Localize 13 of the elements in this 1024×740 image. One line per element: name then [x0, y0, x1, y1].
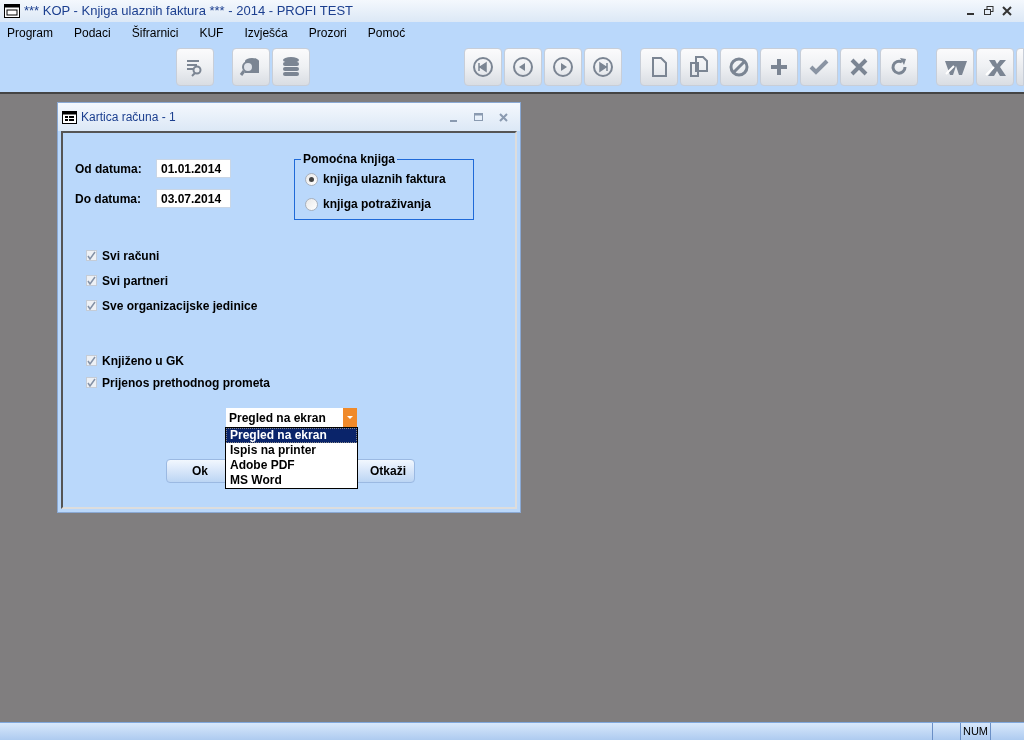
field-label: Od datuma: [75, 160, 143, 178]
radio-label: knjiga ulaznih faktura [323, 171, 446, 188]
checkbox-label: Sve organizacijske jedinice [102, 297, 258, 315]
checkbox-label: Svi računi [102, 247, 160, 265]
checkbox-label: Prijenos prethodnog prometa [102, 374, 270, 392]
window-title: *** KOP - Knjiga ulaznih faktura *** - 2014 - PROFI TEST [24, 2, 353, 21]
field-label: Do datuma: [75, 190, 142, 208]
dialog-title: Kartica računa - 1 [81, 109, 176, 126]
status-num: NUM [960, 723, 990, 740]
checkbox-label: Knjiženo u GK [102, 352, 184, 370]
radio-label: knjiga potraživanja [323, 196, 432, 213]
group-title: Pomoćna knjiga [301, 151, 398, 167]
checkbox-label: Svi partneri [102, 272, 169, 290]
